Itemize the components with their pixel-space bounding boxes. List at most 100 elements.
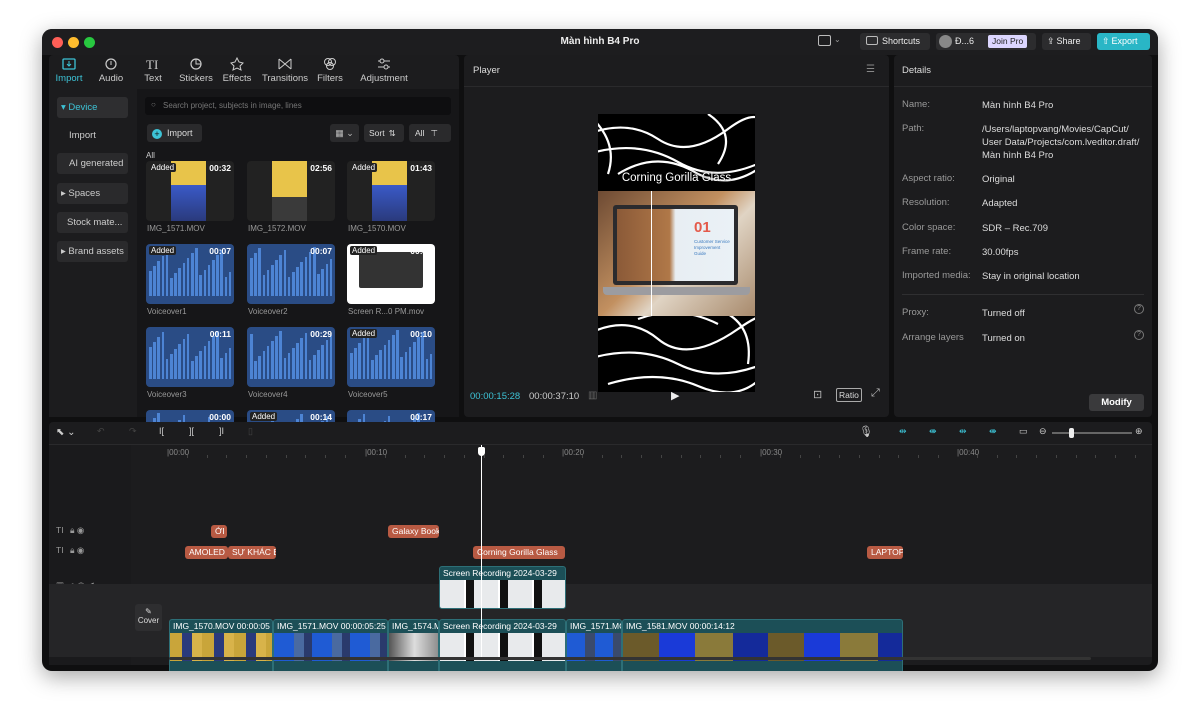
zoom-slider-handle[interactable] xyxy=(1069,428,1074,438)
text-clip[interactable]: AMOLED xyxy=(185,546,228,559)
overlay-clip[interactable]: Screen Recording 2024-03-29 xyxy=(439,566,566,609)
media-item[interactable]: 00:29 xyxy=(247,327,335,387)
redo-icon[interactable]: ↷ xyxy=(129,426,137,437)
effects-icon xyxy=(230,57,244,71)
magnet-icon[interactable]: ⇼ xyxy=(929,426,937,437)
sidebar-item-ai-generated[interactable]: AI generated xyxy=(57,153,128,174)
cover-button[interactable]: ✎ Cover xyxy=(135,604,162,631)
sort-button[interactable]: Sort ⇅ xyxy=(364,124,404,142)
zoom-slider[interactable] xyxy=(1052,428,1132,438)
main-clip[interactable]: IMG_1571.MOV 00:00:05:25 xyxy=(273,619,388,671)
tab-adjustment[interactable]: Adjustment xyxy=(354,57,414,84)
ruler-tick xyxy=(305,455,307,458)
split-icon[interactable]: I[ xyxy=(159,426,164,436)
detail-label: Color space: xyxy=(902,222,956,233)
detail-label: Frame rate: xyxy=(902,246,952,257)
layout-icon[interactable] xyxy=(818,35,831,46)
detail-label: Name: xyxy=(902,99,930,110)
text-clip[interactable]: ỚI xyxy=(211,525,227,538)
tab-effects[interactable]: Effects xyxy=(212,57,262,84)
ruler-tick xyxy=(523,455,524,458)
sort-label: Sort xyxy=(369,128,385,138)
media-item[interactable]: 00:10 Added xyxy=(347,327,435,387)
media-item[interactable]: 00:30 Added xyxy=(347,244,435,304)
ratio-button[interactable]: Ratio xyxy=(836,388,862,402)
microphone-icon[interactable]: 🎙 xyxy=(859,425,873,438)
import-button[interactable]: + Import xyxy=(147,124,202,142)
filter-button[interactable]: All ⊤ xyxy=(409,124,451,142)
tab-filters[interactable]: Filters xyxy=(305,57,355,84)
media-item[interactable]: 00:32 Added xyxy=(146,161,234,221)
sidebar-item-spaces[interactable]: ▸ Spaces xyxy=(57,183,128,204)
media-item[interactable]: 02:56 xyxy=(247,161,335,221)
ruler-tick xyxy=(246,455,247,458)
modify-button[interactable]: Modify xyxy=(1089,394,1144,411)
sidebar-item-stock-material[interactable]: Stock mate... xyxy=(57,212,128,233)
media-item-name: IMG_1570.MOV xyxy=(348,224,406,233)
undo-icon[interactable]: ↶ xyxy=(97,426,105,437)
zoom-in-icon[interactable]: ⊕ xyxy=(1135,426,1143,437)
link-clips-icon[interactable]: ⇹ xyxy=(959,426,967,437)
text-clip[interactable]: Corning Gorilla Glass xyxy=(473,546,565,559)
playhead[interactable] xyxy=(481,445,482,657)
shortcuts-button[interactable]: Shortcuts xyxy=(860,33,930,50)
detail-label: Arrange layers xyxy=(902,332,964,343)
sidebar-item-brand-assets[interactable]: ▸ Brand assets xyxy=(57,241,128,262)
split-line[interactable] xyxy=(651,191,652,316)
tab-transitions[interactable]: Transitions xyxy=(260,57,310,84)
main-clip[interactable]: Screen Recording 2024-03-29 xyxy=(439,619,566,671)
snapshot-icon[interactable]: ▭ xyxy=(1019,426,1028,437)
split-left-icon[interactable]: ][ xyxy=(189,426,194,436)
fit-screen-icon[interactable]: ⊡ xyxy=(813,388,822,401)
zoom-out-icon[interactable]: ⊖ xyxy=(1039,426,1047,437)
media-item[interactable]: 01:43 Added xyxy=(347,161,435,221)
main-clip[interactable]: IMG_1574.M xyxy=(388,619,439,671)
link-main-track-icon[interactable]: ⇹ xyxy=(899,426,907,437)
search-placeholder: Search project, subjects in image, lines xyxy=(163,101,302,110)
text-clip[interactable]: SỰ KHÁC B xyxy=(228,546,276,559)
tab-label: Import xyxy=(55,73,83,84)
menu-icon[interactable]: ☰ xyxy=(866,64,875,75)
text-clip[interactable]: LAPTOP xyxy=(867,546,903,559)
media-item[interactable]: 00:07 xyxy=(247,244,335,304)
import-icon xyxy=(62,58,76,70)
preview-axis-icon[interactable]: ⇼ xyxy=(989,426,997,437)
eye-icon[interactable]: ◉ xyxy=(77,525,84,535)
main-clip[interactable]: IMG_1571.MC xyxy=(566,619,622,671)
video-preview[interactable]: Corning Gorilla Glass 01 Customer Servic… xyxy=(598,114,755,392)
split-right-icon[interactable]: ]I xyxy=(219,426,224,436)
fullscreen-icon[interactable]: ⤢ xyxy=(871,387,880,400)
export-button[interactable]: ⇧ Export xyxy=(1097,33,1150,50)
media-item-name: Screen R...0 PM.mov xyxy=(348,307,425,316)
text-clip[interactable]: Galaxy Book xyxy=(388,525,439,538)
view-mode-button[interactable]: ▦ ⌄ xyxy=(330,124,359,142)
search-input[interactable]: ○ Search project, subjects in image, lin… xyxy=(145,97,451,115)
account-area[interactable]: Đ...6 Join Pro xyxy=(936,33,1036,50)
play-button[interactable]: ▶ xyxy=(671,389,679,402)
time-ruler[interactable]: |00:00 |00:10 |00:20 |00:30 |00:40 xyxy=(49,445,1152,459)
adjustment-icon xyxy=(378,58,390,70)
eye-icon[interactable]: ◉ xyxy=(77,545,84,555)
media-item[interactable]: 00:11 xyxy=(146,327,234,387)
sort-icon: ⇅ xyxy=(388,128,396,138)
lock-icon[interactable]: 🔒︎ xyxy=(70,525,75,535)
media-item[interactable]: 00:07 Added xyxy=(146,244,234,304)
chevron-down-icon[interactable]: ⌄ xyxy=(834,35,841,44)
share-button[interactable]: ⇪ Share xyxy=(1042,33,1091,50)
media-item-name: IMG_1572.MOV xyxy=(248,224,306,233)
main-clip[interactable]: IMG_1570.MOV 00:00:05 xyxy=(169,619,273,671)
horizontal-scrollbar[interactable] xyxy=(169,657,1091,660)
playhead-handle[interactable] xyxy=(478,447,485,456)
join-pro-button[interactable]: Join Pro xyxy=(988,35,1028,48)
avatar[interactable] xyxy=(939,35,952,48)
proxy-help-icon[interactable]: ? xyxy=(1134,304,1144,314)
select-tool-icon[interactable]: ⬉ ⌄ xyxy=(56,427,76,438)
waveform-toggle-icon[interactable]: ▥ xyxy=(588,390,597,401)
main-clip[interactable]: IMG_1581.MOV 00:00:14:12 xyxy=(622,619,903,671)
audio-icon xyxy=(105,58,117,70)
lock-icon[interactable]: 🔒︎ xyxy=(70,545,75,555)
delete-icon[interactable]: ▯ xyxy=(248,426,253,437)
sidebar-item-device[interactable]: ▾ Device xyxy=(57,97,128,118)
arrange-help-icon[interactable]: ? xyxy=(1134,330,1144,340)
sidebar-item-import[interactable]: Import xyxy=(57,125,128,146)
